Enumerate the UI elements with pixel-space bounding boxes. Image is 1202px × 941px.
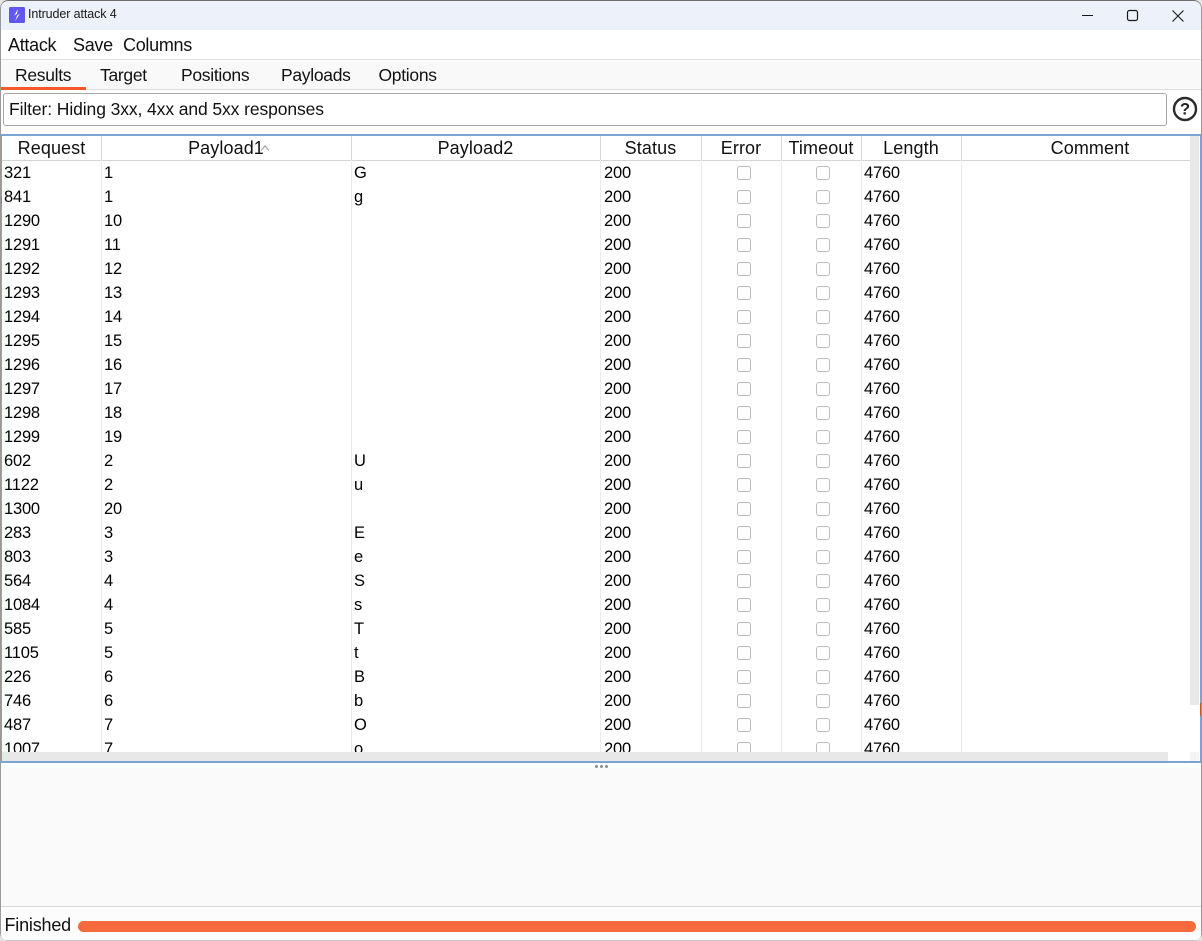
svg-text:?: ?: [1180, 101, 1190, 119]
